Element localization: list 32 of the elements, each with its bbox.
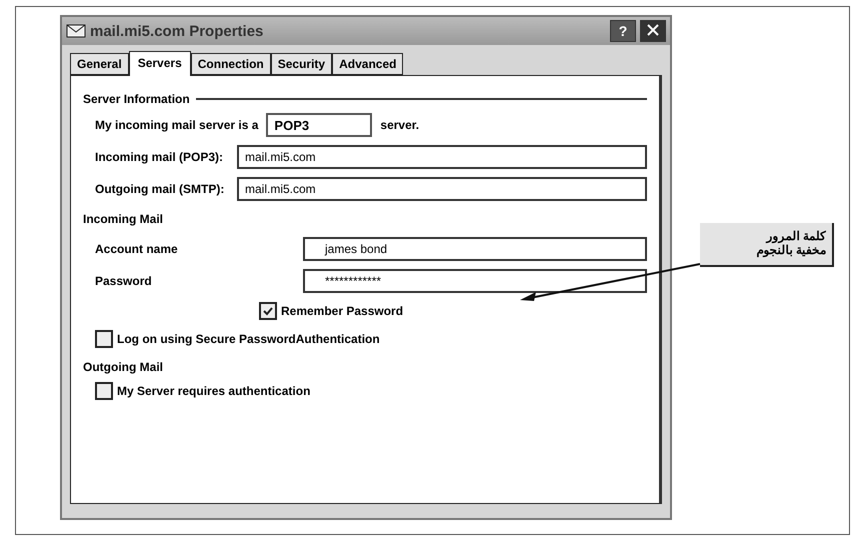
close-button[interactable] bbox=[640, 20, 666, 42]
field-label: Incoming mail (POP3): bbox=[95, 150, 224, 164]
tab[interactable]: Advanced bbox=[332, 53, 404, 75]
tab[interactable]: General bbox=[70, 53, 129, 75]
checkbox[interactable]: Log on using Secure PasswordAuthentication bbox=[83, 328, 647, 350]
callout-text: مخفية بالنجوم bbox=[756, 243, 826, 257]
callout-text: كلمة المرور bbox=[766, 229, 826, 243]
tab[interactable]: Security bbox=[270, 53, 332, 75]
field-label: Outgoing mail (SMTP): bbox=[95, 182, 226, 196]
tab[interactable]: Servers bbox=[128, 51, 191, 76]
field-label: server. bbox=[380, 118, 420, 132]
server-type-field[interactable]: POP3 bbox=[266, 113, 372, 137]
section-heading: Outgoing Mail bbox=[83, 360, 163, 374]
checkbox[interactable]: My Server requires authentication bbox=[83, 380, 647, 402]
input-field[interactable]: mail.mi5.com bbox=[237, 177, 647, 201]
section-heading: Incoming Mail bbox=[83, 212, 164, 226]
checkbox-box[interactable] bbox=[259, 302, 277, 320]
close-icon bbox=[647, 24, 659, 36]
field-label: Account name bbox=[95, 242, 179, 256]
checkbox-box[interactable] bbox=[95, 382, 113, 400]
checkbox[interactable]: Remember Password bbox=[83, 300, 647, 322]
mail-icon bbox=[66, 23, 86, 39]
checkbox-box[interactable] bbox=[95, 330, 113, 348]
window-title: mail.mi5.com Properties bbox=[90, 22, 264, 40]
help-button[interactable]: ? bbox=[610, 20, 636, 42]
tab[interactable]: Connection bbox=[190, 53, 271, 75]
section-heading: Server Information bbox=[83, 92, 190, 106]
field-label: My incoming mail server is a bbox=[95, 118, 258, 132]
input-field[interactable]: ************ bbox=[303, 269, 647, 293]
input-field[interactable]: james bond bbox=[303, 237, 647, 261]
input-field[interactable]: mail.mi5.com bbox=[237, 145, 647, 169]
field-label: Password bbox=[95, 274, 153, 288]
